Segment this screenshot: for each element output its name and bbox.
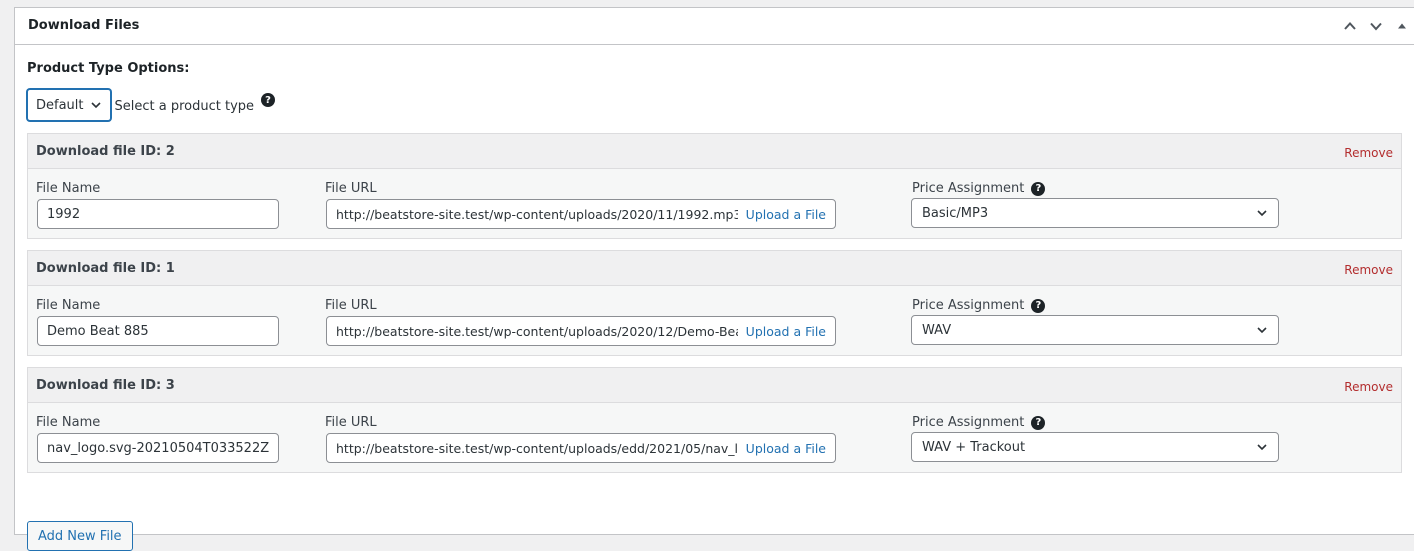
chevron-up-icon bbox=[1344, 22, 1356, 30]
price-assignment-label-wrap: Price Assignment ? bbox=[912, 415, 1046, 430]
help-icon[interactable]: ? bbox=[261, 93, 276, 107]
price-assignment-label: Price Assignment bbox=[912, 181, 1025, 196]
remove-file-link[interactable]: Remove bbox=[1344, 380, 1393, 394]
product-type-select[interactable]: Default bbox=[27, 89, 111, 121]
file-url-input[interactable] bbox=[327, 434, 738, 462]
file-name-input[interactable] bbox=[37, 199, 279, 229]
product-type-row: Default Select a product type ? bbox=[27, 89, 276, 121]
metabox-header: Download Files bbox=[15, 8, 1414, 45]
file-row-body: File Name File URL Upload a File Price A… bbox=[28, 286, 1401, 356]
download-file-row: Download file ID: 2 Remove File Name Fil… bbox=[27, 133, 1402, 239]
file-url-input[interactable] bbox=[327, 317, 738, 345]
price-assignment-label: Price Assignment bbox=[912, 298, 1025, 313]
chevron-down-icon bbox=[90, 102, 101, 109]
chevron-down-icon bbox=[1257, 210, 1267, 217]
file-name-input[interactable] bbox=[37, 316, 279, 346]
product-type-selected: Default bbox=[36, 97, 84, 113]
chevron-down-icon bbox=[1257, 444, 1267, 451]
price-assignment-value: Basic/MP3 bbox=[922, 205, 989, 221]
price-assignment-select[interactable]: WAV bbox=[911, 315, 1279, 345]
product-type-hint: Select a product type bbox=[114, 98, 255, 114]
triangle-up-icon bbox=[1398, 23, 1406, 29]
chevron-down-icon bbox=[1257, 327, 1267, 334]
move-up-button[interactable] bbox=[1339, 14, 1361, 38]
download-file-row: Download file ID: 1 Remove File Name Fil… bbox=[27, 250, 1402, 356]
file-url-label: File URL bbox=[325, 298, 377, 313]
toggle-panel-button[interactable] bbox=[1391, 14, 1413, 38]
price-assignment-value: WAV + Trackout bbox=[922, 439, 1026, 455]
product-type-label: Product Type Options: bbox=[27, 61, 190, 76]
file-url-field: Upload a File bbox=[326, 199, 836, 229]
file-row-title: Download file ID: 1 bbox=[36, 261, 175, 276]
metabox-title: Download Files bbox=[28, 18, 140, 33]
price-assignment-label: Price Assignment bbox=[912, 415, 1025, 430]
file-url-label: File URL bbox=[325, 181, 377, 196]
file-row-title: Download file ID: 2 bbox=[36, 144, 175, 159]
file-row-title: Download file ID: 3 bbox=[36, 378, 175, 393]
move-down-button[interactable] bbox=[1365, 14, 1387, 38]
price-assignment-select[interactable]: Basic/MP3 bbox=[911, 198, 1279, 228]
file-name-label: File Name bbox=[36, 181, 101, 196]
remove-file-link[interactable]: Remove bbox=[1344, 146, 1393, 160]
price-assignment-label-wrap: Price Assignment ? bbox=[912, 298, 1046, 313]
file-name-label: File Name bbox=[36, 415, 101, 430]
download-files-metabox: Download Files Product Type Options: Def… bbox=[14, 7, 1414, 551]
file-url-label: File URL bbox=[325, 415, 377, 430]
file-url-field: Upload a File bbox=[326, 433, 836, 463]
file-row-header: Download file ID: 2 Remove bbox=[28, 134, 1401, 169]
help-icon[interactable]: ? bbox=[1031, 181, 1046, 196]
remove-file-link[interactable]: Remove bbox=[1344, 263, 1393, 277]
file-url-field: Upload a File bbox=[326, 316, 836, 346]
file-url-input[interactable] bbox=[327, 200, 738, 228]
upload-file-link[interactable]: Upload a File bbox=[738, 207, 835, 222]
add-new-file-button[interactable]: Add New File bbox=[27, 521, 133, 551]
file-row-body: File Name File URL Upload a File Price A… bbox=[28, 169, 1401, 239]
help-icon[interactable]: ? bbox=[1031, 298, 1046, 313]
upload-file-link[interactable]: Upload a File bbox=[738, 324, 835, 339]
metabox-handle-actions bbox=[1339, 14, 1413, 38]
price-assignment-value: WAV bbox=[922, 322, 952, 338]
file-row-header: Download file ID: 3 Remove bbox=[28, 368, 1401, 403]
help-icon[interactable]: ? bbox=[1031, 415, 1046, 430]
price-assignment-label-wrap: Price Assignment ? bbox=[912, 181, 1046, 196]
price-assignment-select[interactable]: WAV + Trackout bbox=[911, 432, 1279, 462]
file-name-input[interactable] bbox=[37, 433, 279, 463]
download-file-row: Download file ID: 3 Remove File Name Fil… bbox=[27, 367, 1402, 473]
file-row-body: File Name File URL Upload a File Price A… bbox=[28, 403, 1401, 473]
upload-file-link[interactable]: Upload a File bbox=[738, 441, 835, 456]
file-row-header: Download file ID: 1 Remove bbox=[28, 251, 1401, 286]
file-name-label: File Name bbox=[36, 298, 101, 313]
chevron-down-icon bbox=[1370, 22, 1382, 31]
